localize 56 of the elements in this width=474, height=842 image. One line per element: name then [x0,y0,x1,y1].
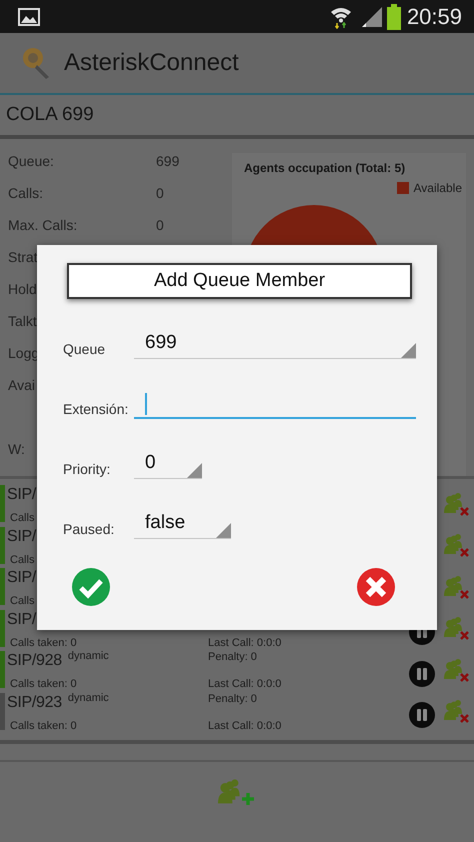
info-label: Hold [8,281,37,297]
remove-member-icon[interactable] [444,574,470,600]
member-name: SIP/ [7,526,36,546]
info-label: Max. Calls: [8,217,78,233]
member-type: dynamic [68,690,109,704]
info-value: 0 [156,217,164,233]
info-label: Avai [8,377,35,393]
remove-member-icon[interactable] [444,532,470,558]
image-icon [18,8,40,26]
info-value: 699 [156,153,180,169]
calls-taken-text: Calls taken: 0 [10,720,77,732]
remove-member-icon[interactable] [444,698,470,724]
info-value: 0 [156,185,164,201]
dropdown[interactable]: 699 [134,332,416,359]
chart-title: Agents occupation (Total: 5) [244,161,406,175]
last-call-text: Last Call: 0:0:0 [208,636,282,648]
field-label: Priority: [63,461,112,479]
member-name: SIP/ [7,485,36,505]
member-name: SIP/928 [7,651,62,671]
battery-icon [386,4,401,30]
calls-taken-text: Calls [10,595,34,607]
last-call-text: Last Call: 0:0:0 [208,678,282,690]
penalty-text: Penalty: 0 [208,692,257,706]
member-name: SIP/ [7,610,36,630]
member-type: dynamic [68,649,109,663]
dropdown[interactable]: 0 [134,452,202,479]
calls-taken-text: Calls [10,554,34,566]
queue-title: COLA 699 [6,104,94,126]
field-label: Queue [63,341,106,359]
pause-button[interactable] [409,660,435,686]
pause-button[interactable] [409,702,435,728]
calls-taken-text: Calls taken: 0 [10,636,77,648]
confirm-button[interactable] [71,567,111,607]
clock-time: 20:59 [406,4,462,30]
info-label: Talkt [8,313,37,329]
field-label: Paused: [63,521,116,539]
info-label: W: [8,441,26,457]
penalty-text: Penalty: 0 [208,650,257,665]
last-call-text: Last Call: 0:0:0 [208,720,282,732]
dialog-title: Add Queue Member [67,263,412,299]
remove-member-icon[interactable] [444,490,470,516]
legend-label: Available [414,181,462,195]
signal-icon [360,6,383,28]
field-label: Extensión: [63,401,130,419]
remove-member-icon[interactable] [444,615,470,641]
info-label: Queue: [8,153,54,169]
cancel-button[interactable] [356,567,396,607]
remove-member-icon[interactable] [444,656,470,682]
calls-taken-text: Calls taken: 0 [10,678,77,690]
info-label: Strat [8,249,38,265]
info-label: Calls: [8,185,44,201]
app-title: AsteriskConnect [64,49,239,77]
dropdown[interactable]: false [134,512,232,539]
calls-taken-text: Calls [10,512,34,524]
member-name: SIP/923 [7,692,62,712]
member-name: SIP/ [7,568,36,588]
